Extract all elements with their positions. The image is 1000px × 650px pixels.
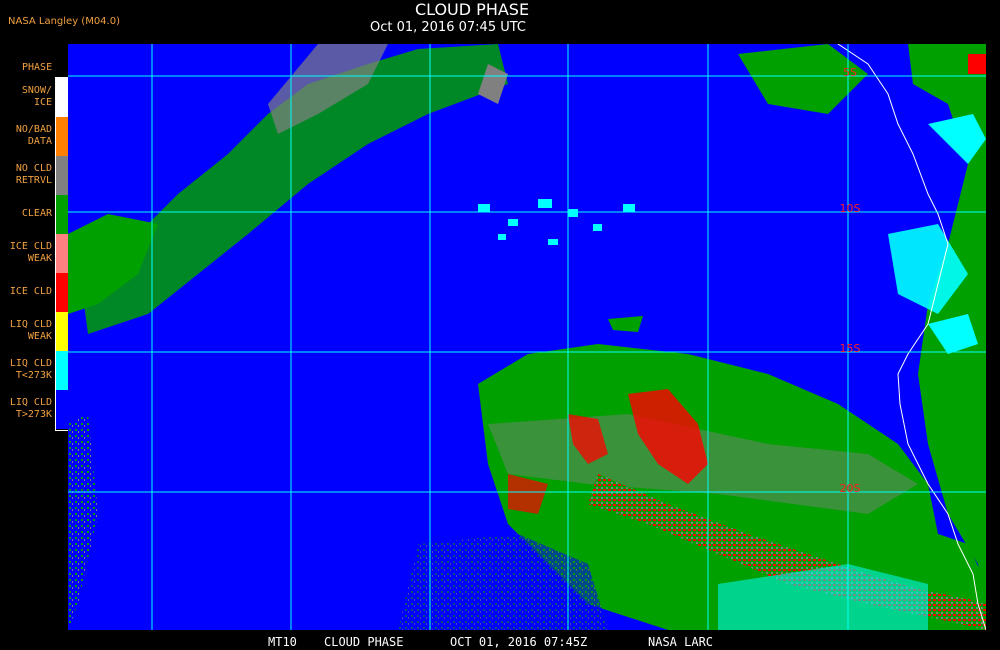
legend-label: NO/BAD DATA — [15, 124, 52, 147]
lat-label: 10S — [840, 202, 861, 215]
legend-title: PHASE — [22, 62, 53, 73]
lon-label: 10E — [838, 44, 859, 46]
legend-label: CLEAR — [21, 208, 52, 219]
lon-label: 5W — [421, 44, 439, 46]
org-label: NASA Langley (M04.0) — [8, 16, 120, 27]
lon-label: 15W — [140, 44, 165, 46]
legend-label: NO CLD RETRVL — [15, 163, 52, 186]
footer-bar: MT10 CLOUD PHASE OCT 01, 2016 07:45Z NAS… — [0, 635, 1000, 650]
map-title: CLOUD PHASE — [414, 0, 530, 19]
lon-label: 0 — [565, 44, 572, 46]
lat-label: 5S — [843, 66, 857, 79]
cloud-ice-ne — [968, 54, 986, 74]
legend-label: LIQ CLD T<273K — [9, 358, 52, 381]
footer-product: CLOUD PHASE — [324, 635, 404, 649]
map-timestamp: Oct 01, 2016 07:45 UTC — [370, 20, 526, 35]
footer-org: NASA LARC — [648, 635, 714, 649]
legend-label: ICE CLD — [9, 286, 52, 297]
footer-datetime: OCT 01, 2016 07:45Z — [450, 635, 588, 649]
legend-label: LIQ CLD WEAK — [9, 319, 52, 342]
footer-satellite: MT10 — [268, 635, 297, 649]
lat-label: 15S — [840, 342, 861, 355]
legend-label: LIQ CLD T>273K — [9, 397, 52, 420]
cloud-phase-map: 15W 10W 5W 0 5E 10E 5S 10S 15S 20S — [68, 44, 986, 630]
legend-label: ICE CLD WEAK — [9, 241, 52, 264]
legend-label: SNOW/ICE — [21, 85, 52, 108]
lon-label: 10W — [279, 44, 304, 46]
lat-label: 20S — [840, 482, 861, 495]
lon-label: 5E — [701, 44, 715, 46]
